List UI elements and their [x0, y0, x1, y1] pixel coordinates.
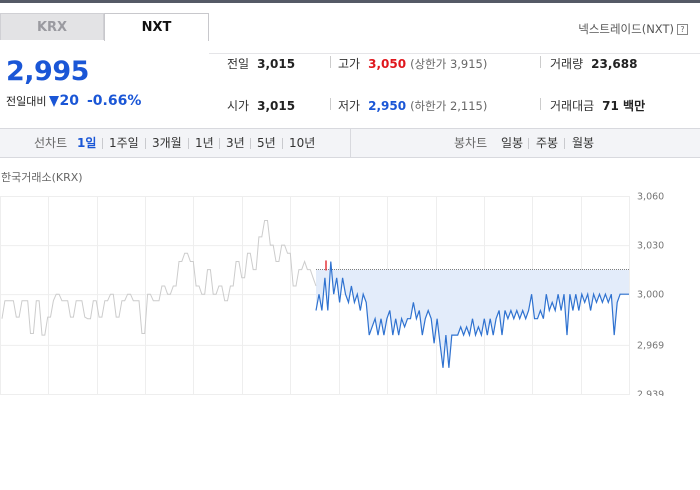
separator — [250, 138, 251, 149]
high-value: 3,050 — [368, 57, 407, 71]
y-tick-label: 2,969 — [637, 340, 664, 351]
price-line-chart: 3,060 3,030 3,000 2,969 2,939 — [0, 192, 664, 397]
y-axis-ticks: 3,060 3,030 3,000 2,969 2,939 — [637, 192, 664, 397]
tabs-divider — [209, 53, 700, 54]
y-tick-label: 2,939 — [637, 390, 664, 397]
open-price: 시가 3,015 — [227, 97, 295, 114]
krx-series-line — [1, 220, 317, 336]
open-label: 시가 — [227, 99, 250, 113]
period-3y[interactable]: 3년 — [226, 129, 245, 157]
separator — [564, 138, 565, 149]
low-price: 저가 2,950 (하한가 2,115) — [338, 97, 487, 114]
high-price: 고가 3,050 (상한가 3,915) — [338, 55, 487, 72]
down-arrow-icon — [49, 96, 60, 107]
y-tick-label: 3,030 — [637, 241, 664, 252]
separator — [145, 138, 146, 149]
chart-period-bar: 선차트 1일 1주일 3개월 1년 3년 5년 10년 봉차트 일봉 주봉 월봉 — [0, 128, 700, 158]
stock-quote-widget: { "tabs": [ {"label": "KRX", "active": f… — [0, 0, 700, 490]
period-5y[interactable]: 5년 — [257, 129, 276, 157]
y-tick-label: 3,060 — [637, 192, 664, 203]
prev-close-value: 3,015 — [257, 57, 296, 71]
amount-label: 거래대금 — [550, 99, 595, 113]
high-label: 고가 — [338, 57, 361, 71]
nxt-info-label: 넥스트레이드(NXT) — [578, 22, 674, 36]
separator — [282, 138, 283, 149]
change-value: 20 — [59, 93, 79, 109]
period-1d[interactable]: 1일 — [77, 129, 96, 157]
tab-nxt[interactable]: NXT — [104, 13, 209, 41]
trade-amount: 거래대금 71 백만 — [550, 97, 645, 114]
line-chart-label: 선차트 — [34, 136, 68, 150]
amount-value: 71 백만 — [602, 99, 646, 113]
current-price: 2,995 — [6, 56, 89, 87]
separator — [188, 138, 189, 149]
divider — [540, 56, 541, 68]
period-10y[interactable]: 10년 — [289, 129, 315, 157]
divider — [540, 98, 541, 110]
prev-close-label: 전일 — [227, 57, 250, 71]
separator — [528, 138, 529, 149]
lower-limit: (하한가 2,115) — [410, 99, 488, 113]
candle-monthly[interactable]: 월봉 — [572, 129, 594, 157]
candle-daily[interactable]: 일봉 — [501, 129, 523, 157]
change-percent: -0.66% — [86, 93, 142, 109]
period-1w[interactable]: 1주일 — [109, 129, 139, 157]
nxt-info[interactable]: 넥스트레이드(NXT)? — [578, 21, 688, 37]
period-1y[interactable]: 1년 — [195, 129, 214, 157]
candle-chart-label: 봉차트 — [454, 136, 488, 150]
low-value: 2,950 — [368, 99, 407, 113]
volume: 거래량 23,688 — [550, 55, 637, 72]
bar-divider — [350, 129, 351, 157]
chart-title: 한국거래소(KRX) — [1, 171, 83, 184]
price-change: 전일대비 20 -0.66% — [6, 93, 141, 109]
candle-weekly[interactable]: 주봉 — [536, 129, 558, 157]
period-3m[interactable]: 3개월 — [152, 129, 182, 157]
upper-limit: (상한가 3,915) — [410, 57, 488, 71]
y-tick-label: 3,000 — [637, 290, 664, 301]
change-label: 전일대비 — [6, 95, 47, 108]
separator — [219, 138, 220, 149]
open-value: 3,015 — [257, 99, 296, 113]
help-icon[interactable]: ? — [677, 24, 688, 35]
tab-krx[interactable]: KRX — [0, 13, 104, 40]
volume-label: 거래량 — [550, 57, 584, 71]
separator — [102, 138, 103, 149]
top-border — [0, 0, 700, 3]
prev-close: 전일 3,015 — [227, 55, 295, 72]
divider — [330, 98, 331, 110]
nxt-area-fill — [316, 261, 629, 368]
divider — [330, 56, 331, 68]
volume-value: 23,688 — [591, 57, 638, 71]
low-label: 저가 — [338, 99, 361, 113]
